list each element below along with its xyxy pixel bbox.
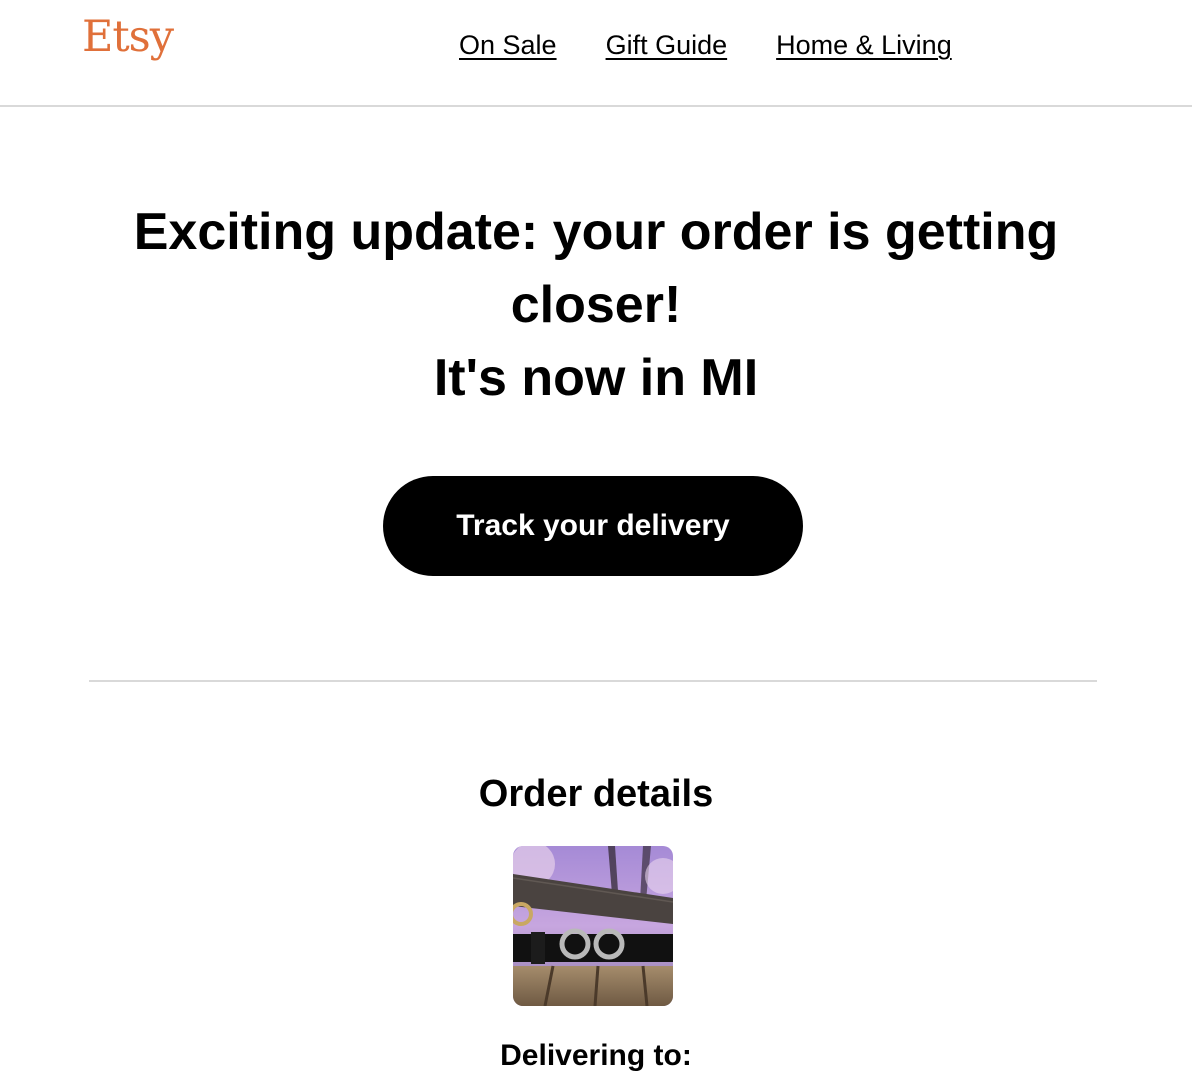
delivering-to-label: Delivering to: [500,1039,692,1072]
headline: Exciting update: your order is getting c… [0,196,1192,415]
track-delivery-button[interactable]: Track your delivery [383,476,803,576]
headline-line-1: Exciting update: your order is getting [133,203,1059,261]
section-divider [89,680,1097,682]
nav-link-on-sale[interactable]: On Sale [459,30,557,61]
headline-line-3: It's now in MI [433,349,759,407]
order-details-title: Order details [478,773,714,815]
etsy-logo[interactable]: Etsy [82,16,174,59]
nav-link-home-living[interactable]: Home & Living [776,30,952,61]
headline-line-2: closer! [510,276,682,334]
top-nav: On Sale Gift Guide Home & Living [459,30,952,61]
nav-link-gift-guide[interactable]: Gift Guide [606,30,728,61]
email-header: Etsy On Sale Gift Guide Home & Living [0,0,1192,107]
product-thumbnail[interactable] [513,846,673,1006]
product-image [513,846,673,1006]
